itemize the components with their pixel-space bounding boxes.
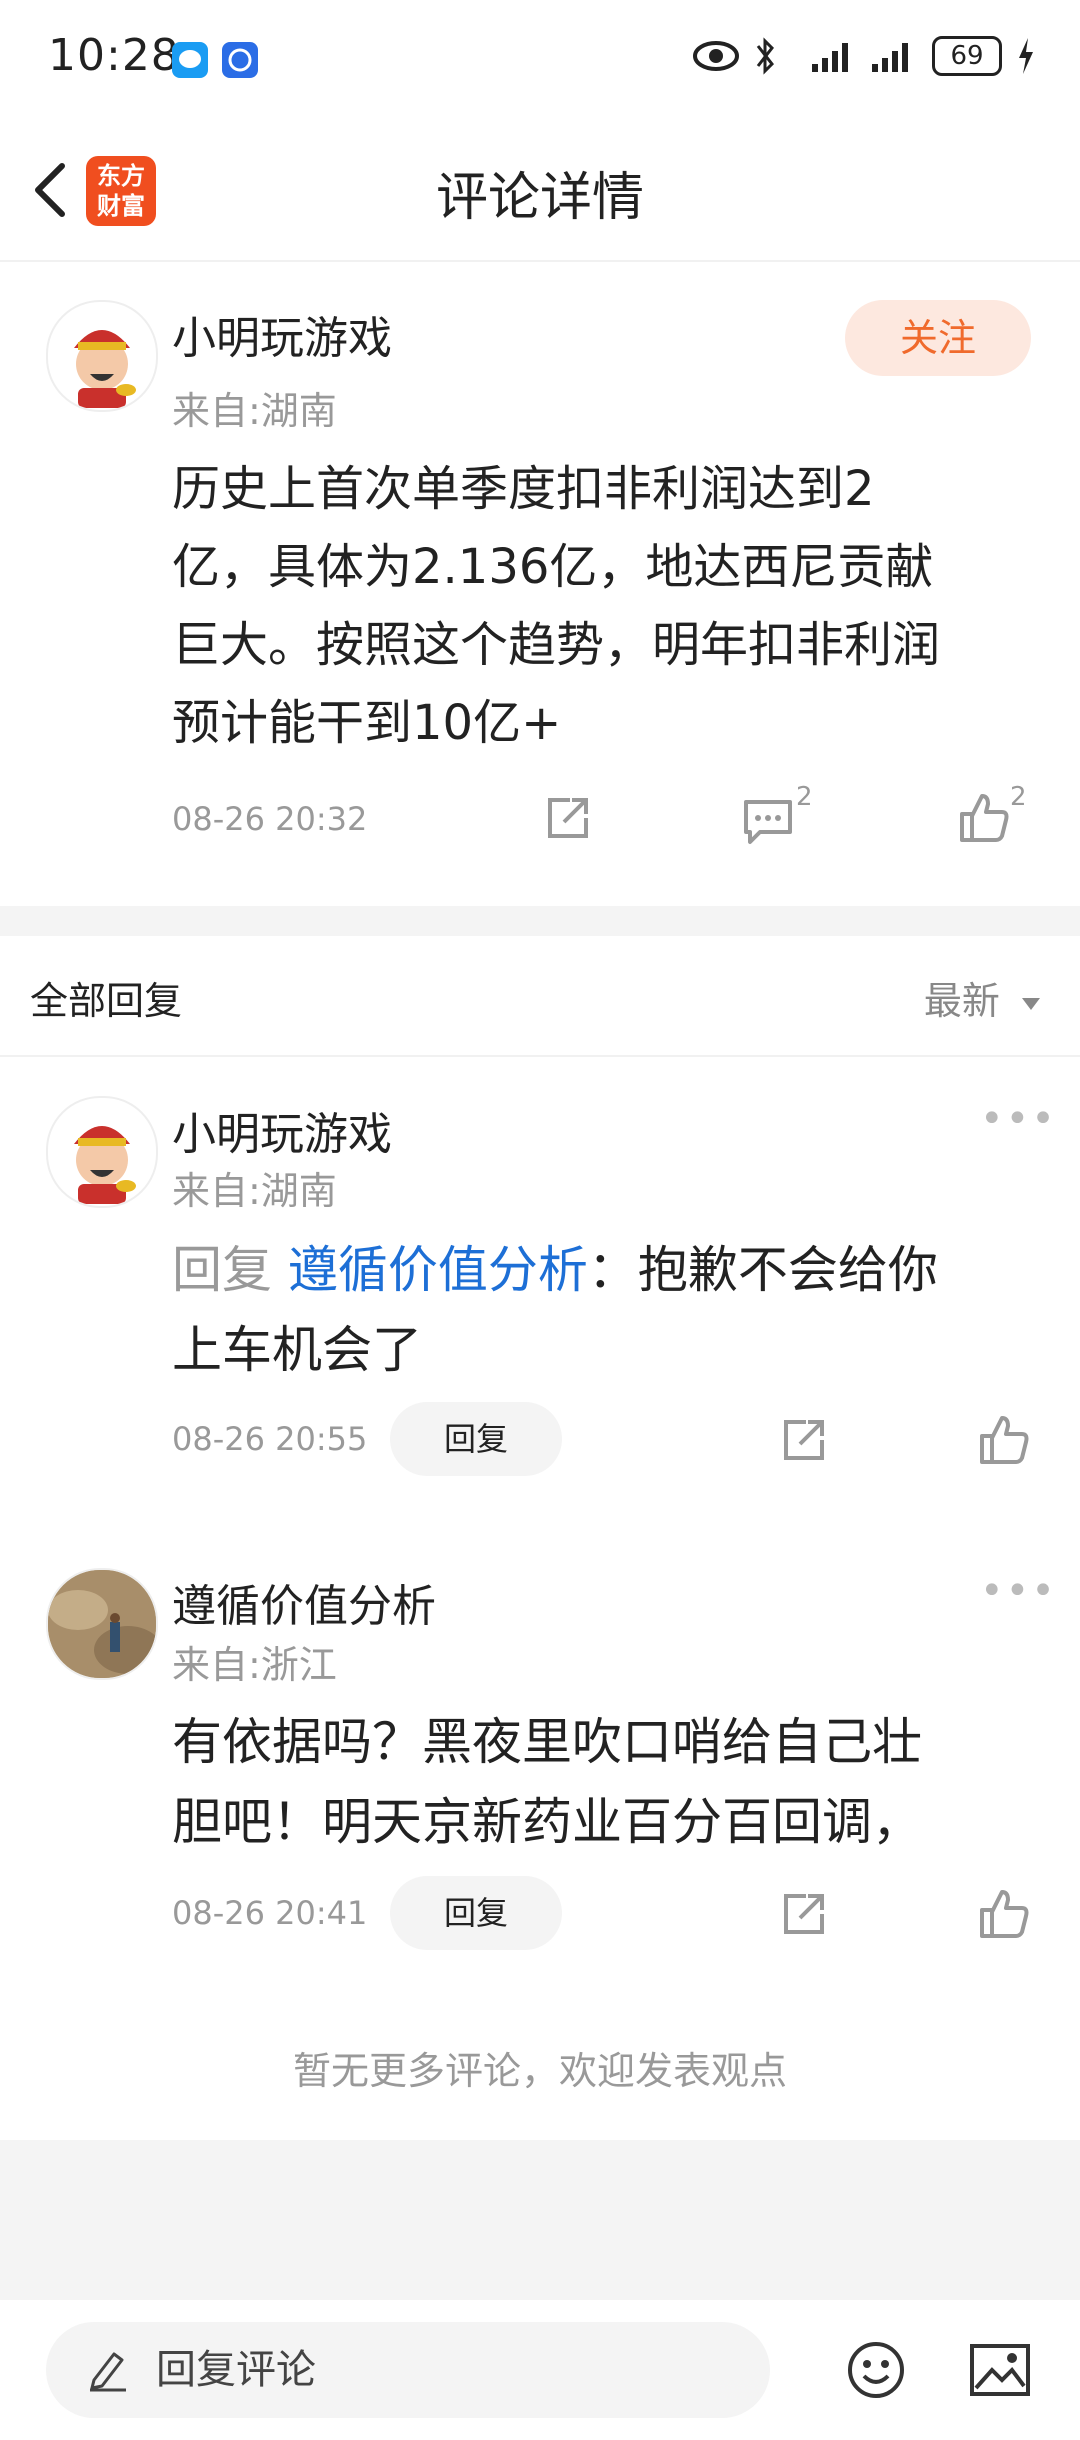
reply-text: ：抱歉不会给你 [587, 1241, 938, 1299]
status-time: 10:28 [48, 30, 180, 81]
reply-button[interactable]: 回复 [390, 1876, 562, 1950]
reply-time: 08-26 20:55 [172, 1420, 368, 1458]
reply-content: 有依据吗？黑夜里吹口哨给自己壮 胆吧！明天京新药业百分百回调， [172, 1702, 1052, 1862]
signal-icon [812, 43, 848, 72]
comment-icon[interactable] [740, 792, 796, 848]
reply-username[interactable]: 遵循价值分析 [172, 1570, 436, 1634]
reply-content-line: 胆吧！明天京新药业百分百回调， [172, 1793, 922, 1851]
no-more-comments-text: 暂无更多评论，欢迎发表观点 [292, 2049, 787, 2093]
like-icon[interactable] [976, 1412, 1032, 1468]
eye-icon [693, 41, 739, 71]
empty-area [0, 2140, 1080, 2300]
share-icon[interactable] [776, 1412, 832, 1468]
like-icon[interactable] [956, 790, 1012, 846]
caishen-avatar-icon [74, 1126, 136, 1204]
header-divider [0, 260, 1080, 262]
post-content: 历史上首次单季度扣非利润达到2 亿，具体为2.136亿，地达西尼贡献 巨大。按照… [172, 450, 1052, 762]
reply-username[interactable]: 小明玩游戏 [172, 1098, 392, 1162]
sort-label: 最新 [923, 979, 1000, 1023]
image-icon[interactable] [968, 2340, 1032, 2404]
reply-button[interactable]: 回复 [390, 1402, 562, 1476]
reply-prefix: 回复 [172, 1241, 272, 1299]
follow-button[interactable]: 关注 [845, 300, 1031, 376]
emoji-icon[interactable] [846, 2340, 906, 2404]
dropdown-arrow-icon [1022, 998, 1040, 1010]
caishen-avatar-icon [74, 330, 136, 408]
reply-location: 来自:湖南 [172, 1169, 337, 1213]
status-icons: 69 [692, 36, 1036, 76]
replies-divider [0, 1055, 1080, 1057]
section-separator [0, 906, 1080, 936]
reply-content-line: 回复 遵循价值分析：抱歉不会给你 [172, 1230, 1052, 1310]
share-icon[interactable] [776, 1886, 832, 1942]
avatar[interactable] [46, 1568, 158, 1680]
bluetooth-icon [756, 37, 774, 75]
reply-input-placeholder: 回复评论 [156, 2347, 316, 2393]
more-options-icon[interactable]: ••• [980, 1568, 1057, 1614]
reply-content-line: 上车机会了 [172, 1321, 422, 1379]
like-count: 2 [1010, 782, 1027, 812]
sort-dropdown[interactable]: 最新 [924, 970, 1044, 1025]
post-time: 08-26 20:32 [172, 800, 368, 838]
message-app-icon [172, 42, 208, 78]
more-options-icon[interactable]: ••• [980, 1096, 1057, 1142]
reply-content: 回复 遵循价值分析：抱歉不会给你 上车机会了 [172, 1230, 1052, 1390]
reply-target-link[interactable]: 遵循价值分析 [288, 1241, 588, 1299]
reply-location: 来自:浙江 [172, 1643, 337, 1687]
battery-indicator: 69 [932, 36, 1002, 76]
app-icon [222, 42, 258, 78]
reply-time: 08-26 20:41 [172, 1894, 368, 1932]
pencil-icon [90, 2352, 126, 2392]
page-title: 评论详情 [435, 168, 644, 228]
post-location: 来自:湖南 [172, 389, 337, 433]
share-icon[interactable] [540, 790, 596, 846]
photo-avatar-icon [48, 1570, 156, 1678]
post-content-line: 亿，具体为2.136亿，地达西尼贡献 [172, 539, 934, 595]
comment-count: 2 [796, 782, 813, 812]
charging-icon [1019, 38, 1033, 74]
all-replies-title: 全部回复 [30, 979, 183, 1023]
post-content-line: 预计能干到10亿+ [172, 695, 562, 751]
post-username[interactable]: 小明玩游戏 [172, 302, 392, 366]
avatar[interactable] [46, 1096, 158, 1208]
signal-icon [872, 43, 908, 72]
reply-input[interactable]: 回复评论 [46, 2322, 770, 2418]
avatar[interactable] [46, 300, 158, 412]
like-icon[interactable] [976, 1886, 1032, 1942]
post-content-line: 巨大。按照这个趋势，明年扣非利润 [172, 617, 941, 673]
post-content-line: 历史上首次单季度扣非利润达到2 [172, 461, 875, 517]
reply-content-line: 有依据吗？黑夜里吹口哨给自己壮 [172, 1713, 922, 1771]
